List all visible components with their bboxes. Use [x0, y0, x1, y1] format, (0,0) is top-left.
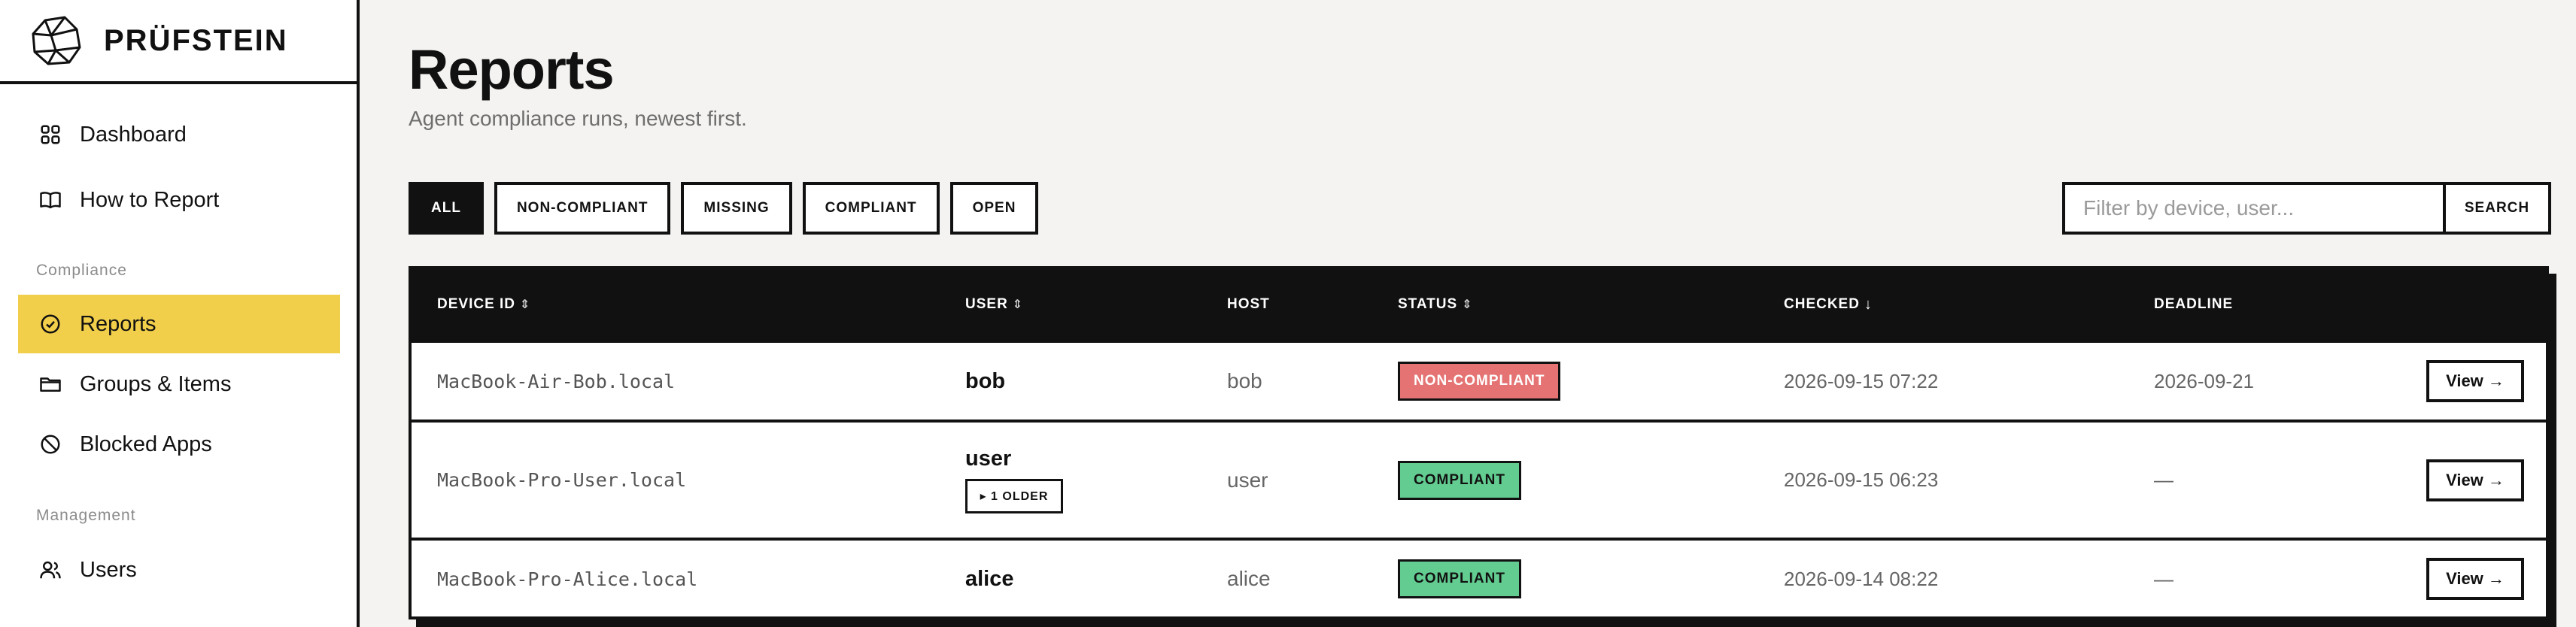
search-button[interactable]: SEARCH [2443, 185, 2548, 232]
sort-desc-icon: ↓ [1864, 295, 1873, 313]
column-header-device-id[interactable]: DEVICE ID ⇕ [437, 269, 530, 340]
table-row: MacBook-Pro-User.local user ▸ 1 OLDER us… [412, 420, 2546, 538]
view-report-button[interactable]: View → [2426, 558, 2524, 600]
sidebar: PRÜFSTEIN Dashboard How to Report Compli… [0, 0, 360, 627]
brand[interactable]: PRÜFSTEIN [0, 0, 357, 84]
user-cell: bob [965, 368, 1006, 393]
stone-logo-icon [32, 16, 81, 65]
sort-icon: ⇕ [1012, 298, 1024, 311]
status-filter-group: ALL NON-COMPLIANT MISSING COMPLIANT OPEN [409, 182, 1049, 235]
checked-cell: 2026-09-15 07:22 [1784, 369, 1939, 392]
table-header: DEVICE ID ⇕ USER ⇕ HOST STATUS ⇕ CHECKED… [412, 269, 2546, 340]
sidebar-section-compliance: Compliance [36, 262, 127, 279]
device-id-cell: MacBook-Air-Bob.local [437, 370, 676, 392]
sidebar-item-groups-items[interactable]: Groups & Items [18, 355, 340, 413]
sidebar-item-label: How to Report [80, 187, 220, 212]
status-badge: NON-COMPLIANT [1398, 362, 1561, 401]
older-runs-toggle[interactable]: ▸ 1 OLDER [965, 479, 1063, 513]
checked-cell: 2026-09-15 06:23 [1784, 468, 1939, 491]
filter-non-compliant-button[interactable]: NON-COMPLIANT [494, 182, 671, 235]
sidebar-item-dashboard[interactable]: Dashboard [18, 105, 340, 164]
deadline-cell: — [2154, 468, 2174, 491]
column-header-deadline: DEADLINE [2154, 296, 2234, 312]
column-header-host: HOST [1227, 296, 1270, 312]
users-icon [39, 559, 62, 581]
host-cell: bob [1227, 369, 1262, 392]
filter-open-button[interactable]: OPEN [949, 182, 1039, 235]
sidebar-item-label: Dashboard [80, 122, 187, 147]
search-input[interactable] [2065, 185, 2443, 232]
table-row: MacBook-Air-Bob.local bob bob NON-COMPLI… [412, 340, 2546, 420]
filter-all-button[interactable]: ALL [409, 182, 484, 235]
sidebar-item-users[interactable]: Users [18, 541, 340, 599]
table-row: MacBook-Pro-Alice.local alice alice COMP… [412, 538, 2546, 616]
filter-compliant-button[interactable]: COMPLIANT [802, 182, 940, 235]
sidebar-item-label: Reports [80, 311, 156, 336]
device-id-cell: MacBook-Pro-User.local [437, 469, 687, 491]
sidebar-item-label: Groups & Items [80, 371, 232, 396]
sidebar-item-reports[interactable]: Reports [18, 295, 340, 353]
column-header-user[interactable]: USER ⇕ [965, 269, 1023, 340]
user-cell: alice [965, 566, 1014, 591]
sidebar-item-how-to-report[interactable]: How to Report [18, 171, 340, 229]
book-icon [39, 189, 62, 211]
brand-name: PRÜFSTEIN [104, 23, 288, 57]
check-circle-icon [39, 313, 62, 335]
sidebar-item-label: Users [80, 557, 137, 582]
column-header-status[interactable]: STATUS ⇕ [1398, 269, 1473, 340]
reports-table: DEVICE ID ⇕ USER ⇕ HOST STATUS ⇕ CHECKED… [409, 266, 2549, 619]
status-badge: COMPLIANT [1398, 460, 1521, 500]
column-header-checked[interactable]: CHECKED ↓ [1784, 269, 1873, 340]
view-report-button[interactable]: View → [2426, 459, 2524, 501]
status-badge: COMPLIANT [1398, 559, 1521, 598]
device-id-cell: MacBook-Pro-Alice.local [437, 568, 698, 590]
sort-icon: ⇕ [520, 298, 531, 311]
filter-missing-button[interactable]: MISSING [681, 182, 792, 235]
sort-icon: ⇕ [1462, 298, 1473, 311]
view-report-button[interactable]: View → [2426, 360, 2524, 402]
dashboard-grid-icon [39, 123, 62, 146]
checked-cell: 2026-09-14 08:22 [1784, 567, 1939, 590]
host-cell: alice [1227, 567, 1271, 590]
deadline-cell: — [2154, 567, 2174, 590]
deadline-cell: 2026-09-21 [2154, 369, 2254, 392]
folder-icon [39, 373, 62, 395]
page-subtitle: Agent compliance runs, newest first. [409, 107, 747, 130]
search-box: SEARCH [2062, 182, 2551, 235]
user-cell: user [965, 447, 1012, 471]
sidebar-item-blocked-apps[interactable]: Blocked Apps [18, 415, 340, 474]
host-cell: user [1227, 468, 1268, 492]
page-title: Reports [409, 38, 615, 101]
sidebar-item-label: Blocked Apps [80, 432, 212, 456]
sidebar-section-management: Management [36, 507, 136, 524]
ban-icon [39, 433, 62, 456]
